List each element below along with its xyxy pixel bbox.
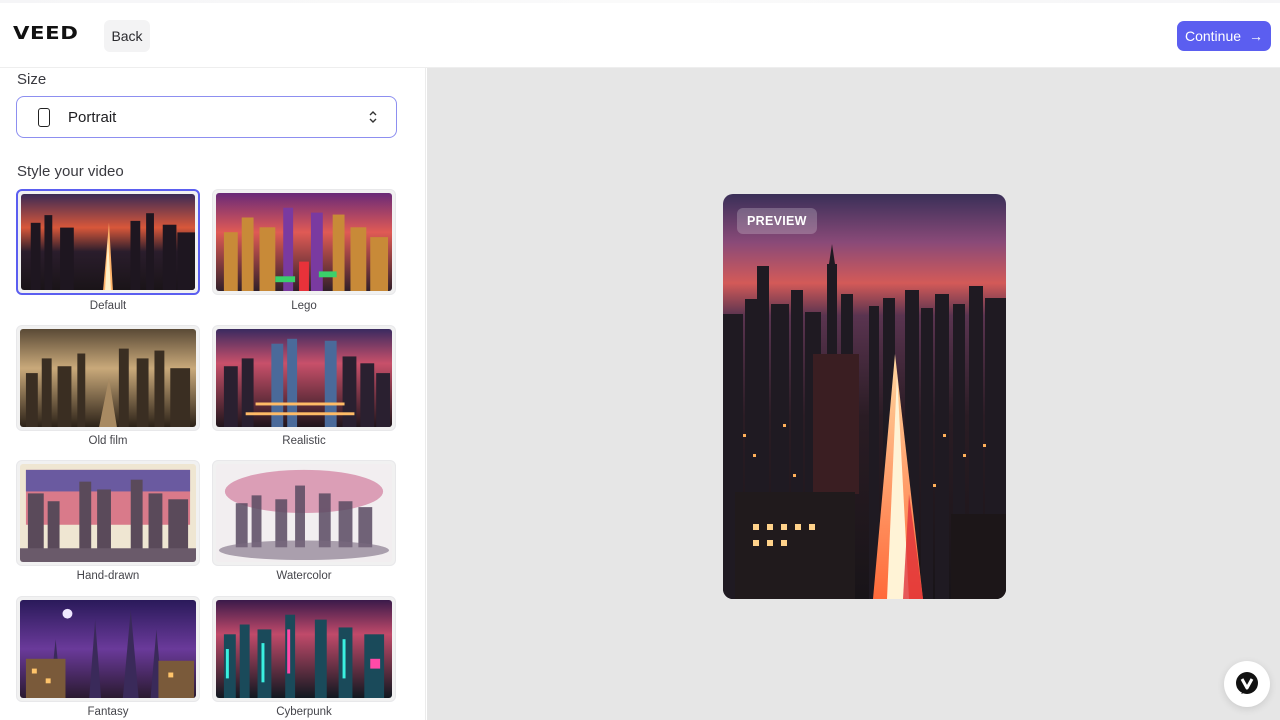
style-option-realistic[interactable]	[212, 325, 396, 431]
style-thumbnail	[216, 193, 392, 291]
arrow-right-icon: →	[1249, 28, 1264, 44]
top-progress-line	[0, 0, 1280, 3]
style-caption-cyberpunk: Cyberpunk	[276, 706, 332, 718]
style-caption-old-film: Old film	[88, 435, 128, 447]
style-thumbnail	[216, 329, 392, 427]
style-option-lego[interactable]	[212, 189, 396, 295]
preview-image	[723, 194, 1006, 599]
style-caption-lego: Lego	[291, 300, 317, 312]
back-button[interactable]: Back	[104, 20, 150, 52]
style-section-label: Style your video	[17, 163, 124, 180]
veed-chat-icon[interactable]	[1224, 661, 1270, 707]
style-option-watercolor[interactable]	[212, 460, 396, 566]
continue-button[interactable]: Continue →	[1177, 21, 1271, 51]
style-option-fantasy[interactable]	[16, 596, 200, 702]
video-preview[interactable]: PREVIEW	[723, 194, 1006, 599]
chevron-updown-icon	[369, 111, 377, 123]
style-thumbnail	[216, 600, 392, 698]
style-caption-realistic: Realistic	[282, 435, 326, 447]
style-thumbnail	[216, 464, 392, 562]
style-option-cyberpunk[interactable]	[212, 596, 396, 702]
style-caption-watercolor: Watercolor	[276, 570, 332, 582]
style-option-default[interactable]	[16, 189, 200, 295]
chat-logo-icon	[1236, 672, 1258, 694]
top-bar: VEED Back Continue →	[0, 0, 1280, 68]
preview-badge: PREVIEW	[737, 208, 817, 234]
style-option-hand-drawn[interactable]	[16, 460, 200, 566]
style-caption-fantasy: Fantasy	[87, 706, 129, 718]
veed-logo[interactable]: VEED	[13, 23, 78, 44]
style-option-old-film[interactable]	[16, 325, 200, 431]
style-caption-default: Default	[89, 300, 127, 312]
phone-portrait-icon	[38, 108, 50, 127]
size-dropdown[interactable]: Portrait	[16, 96, 397, 138]
style-caption-hand-drawn: Hand-drawn	[76, 570, 140, 582]
size-section-label: Size	[17, 71, 47, 88]
style-thumbnail	[20, 600, 196, 698]
style-thumbnail	[20, 464, 196, 562]
continue-label: Continue	[1184, 28, 1242, 44]
settings-panel: Size Portrait Style your video Default L…	[0, 68, 426, 720]
style-thumbnail	[20, 329, 196, 427]
size-selected-value: Portrait	[68, 109, 117, 126]
preview-area: PREVIEW	[427, 68, 1280, 720]
style-thumbnail	[21, 194, 195, 290]
